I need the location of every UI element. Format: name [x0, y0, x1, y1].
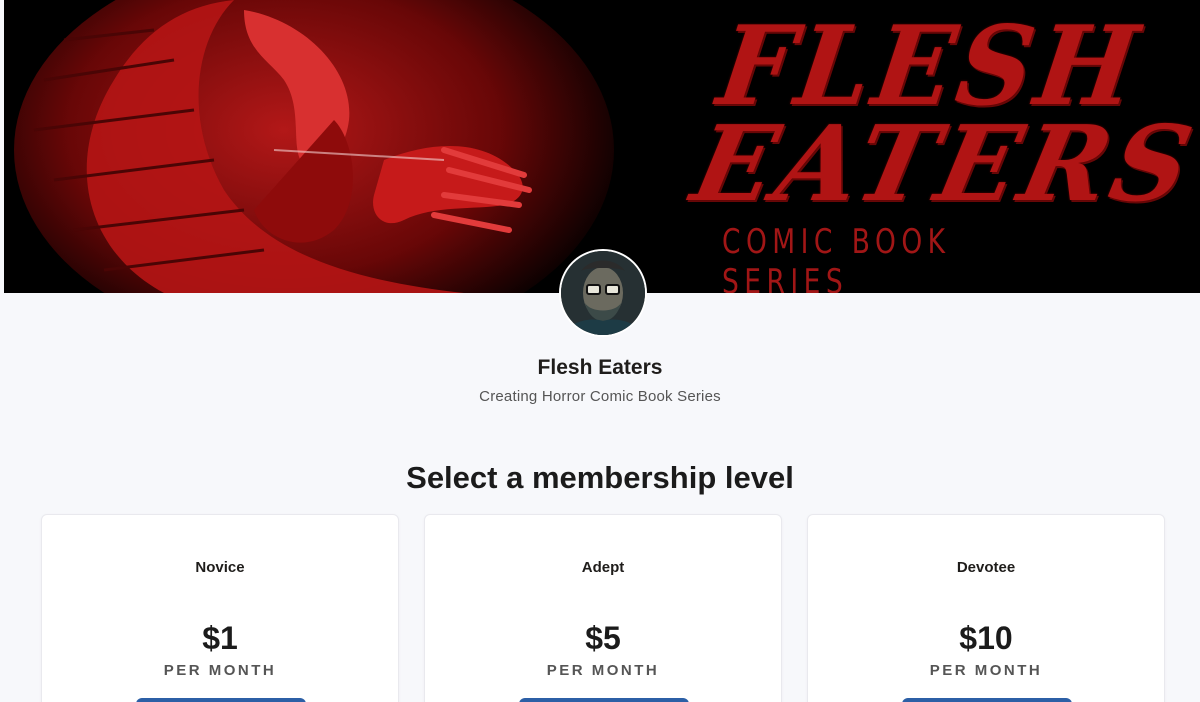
membership-section-title: Select a membership level — [406, 460, 794, 495]
tier-card-adept[interactable]: Adept $5 PER MONTH — [424, 514, 782, 702]
tier-period: PER MONTH — [929, 662, 1043, 679]
tier-period: PER MONTH — [546, 662, 660, 679]
comic-logo: FLESH EATERS COMIC BOOK SERIES — [682, 1, 1200, 293]
logo-subtitle: COMIC BOOK SERIES — [722, 222, 951, 293]
tier-name: Devotee — [956, 559, 1016, 576]
tier-price: $5 — [585, 620, 621, 656]
tier-name: Adept — [581, 559, 625, 576]
tier-price: $10 — [959, 620, 1013, 656]
banner-artwork — [4, 0, 684, 293]
tier-name: Novice — [195, 559, 245, 576]
creator-tagline: Creating Horror Comic Book Series — [479, 388, 721, 405]
creator-name: Flesh Eaters — [537, 356, 663, 379]
join-devotee-button[interactable] — [902, 698, 1072, 702]
tier-period: PER MONTH — [163, 662, 277, 679]
join-adept-button[interactable] — [519, 698, 689, 702]
creator-avatar — [559, 249, 647, 337]
logo-word-eaters: EATERS — [682, 102, 1200, 225]
tier-card-devotee[interactable]: Devotee $10 PER MONTH — [807, 514, 1165, 702]
avatar-portrait — [561, 251, 645, 335]
join-novice-button[interactable] — [136, 698, 306, 702]
tier-card-novice[interactable]: Novice $1 PER MONTH — [41, 514, 399, 702]
tier-price: $1 — [202, 620, 238, 656]
